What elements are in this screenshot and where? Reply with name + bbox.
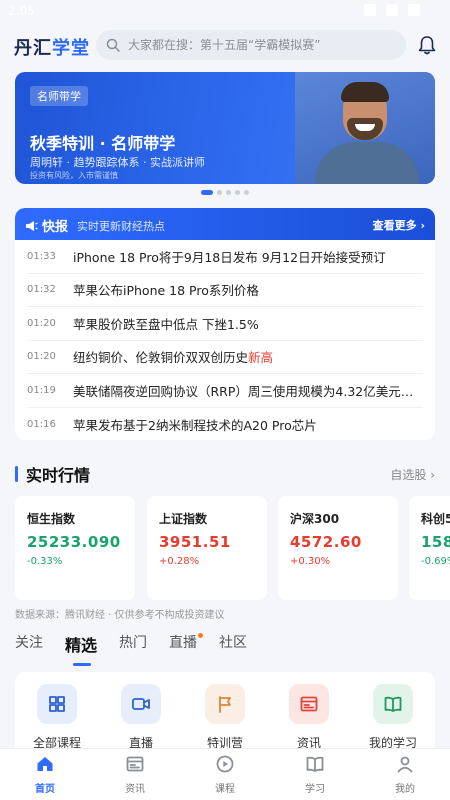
quote-change: -0.33% xyxy=(27,556,63,567)
nav-label: 学习 xyxy=(305,784,325,795)
banner-risk-note: 投资有风险，入市需谨慎 xyxy=(30,171,118,180)
user-icon xyxy=(395,754,415,778)
video-icon xyxy=(121,684,161,724)
market-section-title: 实时行情 xyxy=(15,462,90,486)
quote-card[interactable]: 恒生指数 25233.090 -0.33% xyxy=(15,496,135,600)
status-bar: 2:05 xyxy=(0,0,450,24)
news-text: 纽约铜价、伦敦铜价双双创历史新高 xyxy=(73,350,274,366)
quote-price: 1580 xyxy=(421,533,450,551)
tab-2[interactable]: 热门 xyxy=(119,632,147,656)
news-time: 01:33 xyxy=(27,250,56,262)
news-item[interactable]: 01:20 纽约铜价、伦敦铜价双双创历史新高 xyxy=(27,341,423,374)
quote-card[interactable]: 科创5 1580 -0.69% xyxy=(409,496,450,600)
news-flash-label: 快报 xyxy=(42,220,69,235)
news-item[interactable]: 01:32 苹果公布iPhone 18 Pro系列价格 xyxy=(27,274,423,307)
home-icon xyxy=(35,754,55,778)
tab-1[interactable]: 精选 xyxy=(65,632,97,666)
quote-name: 恒生指数 xyxy=(27,512,76,526)
pagination-dot[interactable] xyxy=(244,190,249,195)
quote-card[interactable]: 沪深300 4572.60 +0.30% xyxy=(278,496,398,600)
news-time: 01:20 xyxy=(27,351,56,363)
pagination-dot[interactable] xyxy=(201,190,213,195)
news-item[interactable]: 01:16 苹果发布基于2纳米制程技术的A20 Pro芯片 xyxy=(27,408,423,441)
bottom-nav: 首页 资讯 课程 学习 我的 xyxy=(0,748,450,800)
news-item[interactable]: 01:19 美联储隔夜逆回购协议（RRP）周三使用规模为4.32亿美元（… xyxy=(27,374,423,408)
nav-item-2[interactable]: 课程 xyxy=(180,749,270,800)
live-dot xyxy=(198,633,204,638)
news-highlight: 新高 xyxy=(248,350,274,366)
nav-item-0[interactable]: 首页 xyxy=(0,749,90,800)
wifi-icon xyxy=(364,4,376,16)
search-icon xyxy=(106,38,120,52)
nav-label: 资讯 xyxy=(125,784,145,795)
nav-label: 课程 xyxy=(215,784,235,795)
nav-label: 首页 xyxy=(35,784,55,795)
book-icon xyxy=(305,754,325,778)
banner-title: 秋季特训 · 名师带学 xyxy=(30,134,176,153)
banner-pagination xyxy=(0,190,450,195)
quote-change: +0.28% xyxy=(159,556,200,567)
content-tabs: 关注 精选 热门 直播 社区 xyxy=(15,632,247,666)
pagination-dot[interactable] xyxy=(217,190,222,195)
banner-subtitle: 周明轩 · 趋势跟踪体系 · 实战派讲师 xyxy=(30,156,205,169)
battery-icon xyxy=(408,4,420,16)
airplane-icon xyxy=(386,4,398,16)
quote-change: -0.69% xyxy=(421,556,450,567)
watchlist-link[interactable]: 自选股 › xyxy=(390,466,435,483)
notification-bell-icon[interactable] xyxy=(418,35,436,59)
news-flash-card: 快报 实时更新财经热点 查看更多 › 01:33 iPhone 18 Pro将于9… xyxy=(15,208,435,440)
teacher-photo xyxy=(295,72,435,184)
news-more-link[interactable]: 查看更多 › xyxy=(373,217,425,233)
news-item[interactable]: 01:20 苹果股价跌至盘中低点 下挫1.5% xyxy=(27,307,423,341)
news-text: 苹果股价跌至盘中低点 下挫1.5% xyxy=(73,316,259,332)
quote-name: 沪深300 xyxy=(290,512,340,526)
quote-name: 科创5 xyxy=(421,512,450,526)
pagination-dot[interactable] xyxy=(235,190,240,195)
tab-0[interactable]: 关注 xyxy=(15,632,43,656)
search-input[interactable] xyxy=(128,38,388,52)
grid-icon xyxy=(37,684,77,724)
news-flash-header: 快报 实时更新财经热点 查看更多 › xyxy=(15,208,435,240)
promo-banner[interactable]: 名师带学 秋季特训 · 名师带学 周明轩 · 趋势跟踪体系 · 实战派讲师 投资… xyxy=(15,72,435,184)
market-quotes: 恒生指数 25233.090 -0.33% 上证指数 3951.51 +0.28% 沪深30… xyxy=(15,496,450,600)
quote-name: 上证指数 xyxy=(159,512,208,526)
tab-3[interactable]: 直播 xyxy=(169,632,204,656)
tab-4[interactable]: 社区 xyxy=(219,632,247,656)
news-icon xyxy=(289,684,329,724)
nav-item-1[interactable]: 资讯 xyxy=(90,749,180,800)
news-time: 01:19 xyxy=(27,384,56,396)
news-text: 美联储隔夜逆回购协议（RRP）周三使用规模为4.32亿美元（… xyxy=(73,383,423,399)
quote-change: +0.30% xyxy=(290,556,331,567)
news-list: 01:33 iPhone 18 Pro将于9月18日发布 9月12日开始接受预订 0… xyxy=(15,240,435,440)
data-source-note: 数据来源：腾讯财经 · 仅供参考不构成投资建议 xyxy=(15,610,225,621)
nav-label: 我的 xyxy=(395,784,415,795)
nav-item-3[interactable]: 学习 xyxy=(270,749,360,800)
news-item[interactable]: 01:33 iPhone 18 Pro将于9月18日发布 9月12日开始接受预订 xyxy=(27,240,423,274)
quote-price: 3951.51 xyxy=(159,533,231,551)
quote-card[interactable]: 上证指数 3951.51 +0.28% xyxy=(147,496,267,600)
news-time: 01:32 xyxy=(27,284,56,296)
search-bar[interactable] xyxy=(96,30,406,60)
news-text: iPhone 18 Pro将于9月18日发布 9月12日开始接受预订 xyxy=(73,249,386,265)
quote-price: 25233.090 xyxy=(27,533,121,551)
megaphone-icon xyxy=(26,220,38,231)
news-text: 苹果发布基于2纳米制程技术的A20 Pro芯片 xyxy=(73,417,317,433)
news-text: 苹果公布iPhone 18 Pro系列价格 xyxy=(73,283,259,299)
news-icon xyxy=(125,754,145,778)
news-flash-sublabel: 实时更新财经热点 xyxy=(77,220,165,233)
play-icon xyxy=(215,754,235,778)
app-header: 丹汇学堂 xyxy=(0,28,450,64)
book-icon xyxy=(373,684,413,724)
pagination-dot[interactable] xyxy=(226,190,231,195)
app-logo: 丹汇学堂 xyxy=(14,38,90,59)
nav-item-4[interactable]: 我的 xyxy=(360,749,450,800)
news-time: 01:16 xyxy=(27,418,56,430)
flag-icon xyxy=(205,684,245,724)
status-time: 2:05 xyxy=(8,4,35,18)
quote-price: 4572.60 xyxy=(290,533,362,551)
banner-tag: 名师带学 xyxy=(30,86,88,106)
news-time: 01:20 xyxy=(27,317,56,329)
